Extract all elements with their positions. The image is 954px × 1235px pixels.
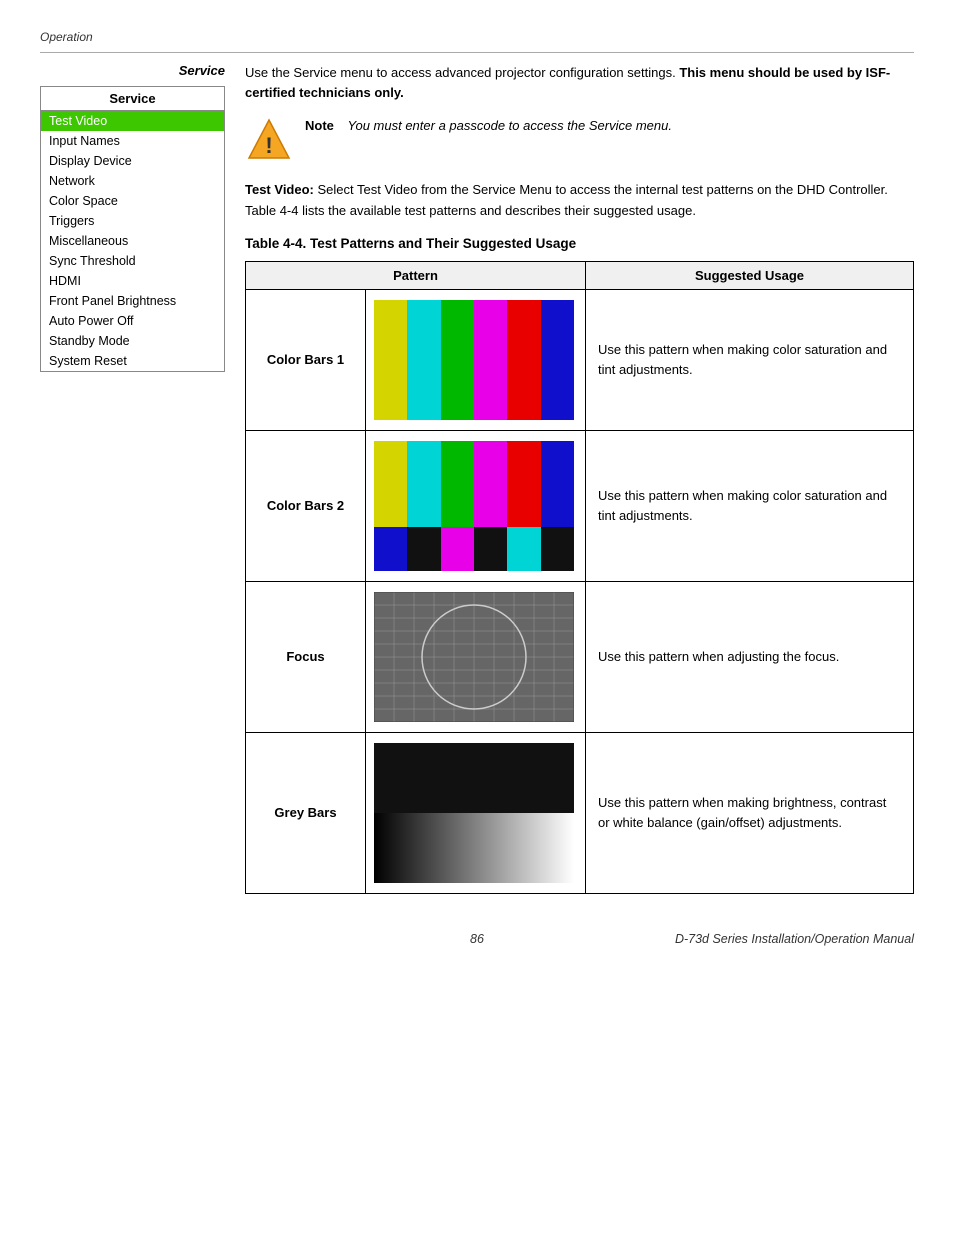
grey-bars-image: [374, 743, 574, 883]
cb2-magenta: [474, 441, 507, 528]
cb2b-blue: [374, 527, 407, 570]
cb1-cyan: [407, 300, 440, 420]
focus-grid-svg: [374, 592, 574, 722]
sidebar-item-miscellaneous[interactable]: Miscellaneous: [41, 231, 224, 251]
content-area: Service Service Test Video Input Names D…: [40, 63, 914, 894]
focus-image: [374, 592, 574, 722]
cb2-blue: [541, 441, 574, 528]
table-row: Color Bars 1 Use: [246, 289, 914, 430]
pattern-image-grey-bars: [366, 732, 586, 893]
pattern-image-focus: [366, 581, 586, 732]
cb2-bottom: [374, 527, 574, 570]
cb2b-black3: [541, 527, 574, 570]
test-video-text: Select Test Video from the Service Menu …: [245, 182, 888, 218]
footer-page-number: 86: [331, 932, 622, 946]
suggested-usage-grey-bars: Use this pattern when making brightness,…: [586, 732, 914, 893]
sidebar-item-network[interactable]: Network: [41, 171, 224, 191]
sidebar: Service Service Test Video Input Names D…: [40, 63, 225, 894]
pattern-image-color-bars-2: [366, 430, 586, 581]
suggested-usage-focus: Use this pattern when adjusting the focu…: [586, 581, 914, 732]
pattern-name-color-bars-2: Color Bars 2: [246, 430, 366, 581]
sidebar-menu: Service Test Video Input Names Display D…: [40, 86, 225, 372]
breadcrumb: Operation: [40, 30, 914, 44]
sidebar-item-display-device[interactable]: Display Device: [41, 151, 224, 171]
cb1-yellow: [374, 300, 407, 420]
cb1-magenta: [474, 300, 507, 420]
cb2b-magenta: [441, 527, 474, 570]
col-pattern: Pattern: [246, 261, 586, 289]
sidebar-item-input-names[interactable]: Input Names: [41, 131, 224, 151]
suggested-usage-color-bars-1: Use this pattern when making color satur…: [586, 289, 914, 430]
patterns-table: Pattern Suggested Usage Color Bars 1: [245, 261, 914, 894]
sidebar-item-hdmi[interactable]: HDMI: [41, 271, 224, 291]
test-video-description: Test Video: Select Test Video from the S…: [245, 180, 914, 222]
cb2b-black1: [407, 527, 440, 570]
cb2b-black2: [474, 527, 507, 570]
suggested-usage-color-bars-2: Use this pattern when making color satur…: [586, 430, 914, 581]
pattern-name-grey-bars: Grey Bars: [246, 732, 366, 893]
grey-top-half: [374, 743, 574, 813]
warning-triangle-icon: !: [245, 116, 293, 164]
color-bars-2-image: [374, 441, 574, 571]
service-intro: Use the Service menu to access advanced …: [245, 63, 914, 102]
color-bars-1-image: [374, 300, 574, 420]
table-row: Color Bars 2: [246, 430, 914, 581]
sidebar-item-sync-threshold[interactable]: Sync Threshold: [41, 251, 224, 271]
cb1-red: [507, 300, 540, 420]
cb2-top: [374, 441, 574, 528]
sidebar-item-color-space[interactable]: Color Space: [41, 191, 224, 211]
table-row: Focus: [246, 581, 914, 732]
note-box: ! Note You must enter a passcode to acce…: [245, 116, 914, 164]
cb2-cyan: [407, 441, 440, 528]
sidebar-title-label: Service: [179, 63, 225, 78]
pattern-name-focus: Focus: [246, 581, 366, 732]
cb2-red: [507, 441, 540, 528]
footer: 86 D-73d Series Installation/Operation M…: [40, 924, 914, 946]
sidebar-item-standby-mode[interactable]: Standby Mode: [41, 331, 224, 351]
note-label: Note: [305, 118, 334, 133]
cb2-green: [441, 441, 474, 528]
cb2b-cyan: [507, 527, 540, 570]
cb1-green: [441, 300, 474, 420]
test-video-bold-label: Test Video:: [245, 182, 314, 197]
svg-text:!: !: [265, 133, 272, 158]
sidebar-item-test-video[interactable]: Test Video: [41, 111, 224, 131]
table-title: Table 4-4. Test Patterns and Their Sugge…: [245, 236, 914, 251]
sidebar-item-auto-power-off[interactable]: Auto Power Off: [41, 311, 224, 331]
footer-right-text: D-73d Series Installation/Operation Manu…: [623, 932, 914, 946]
main-content: Use the Service menu to access advanced …: [245, 63, 914, 894]
table-row: Grey Bars Use this pattern when making b…: [246, 732, 914, 893]
header-divider: [40, 52, 914, 53]
cb2-yellow: [374, 441, 407, 528]
sidebar-title-area: Service: [40, 63, 225, 78]
cb1-blue: [541, 300, 574, 420]
sidebar-menu-header: Service: [41, 87, 224, 111]
pattern-name-color-bars-1: Color Bars 1: [246, 289, 366, 430]
sidebar-item-front-panel-brightness[interactable]: Front Panel Brightness: [41, 291, 224, 311]
grey-gradient: [374, 813, 574, 883]
service-intro-text: Use the Service menu to access advanced …: [245, 65, 676, 80]
sidebar-item-triggers[interactable]: Triggers: [41, 211, 224, 231]
page: Operation Service Service Test Video Inp…: [0, 0, 954, 1235]
note-content: Note You must enter a passcode to access…: [305, 116, 672, 136]
note-text: You must enter a passcode to access the …: [348, 114, 672, 133]
col-suggested-usage: Suggested Usage: [586, 261, 914, 289]
sidebar-item-system-reset[interactable]: System Reset: [41, 351, 224, 371]
pattern-image-color-bars-1: [366, 289, 586, 430]
